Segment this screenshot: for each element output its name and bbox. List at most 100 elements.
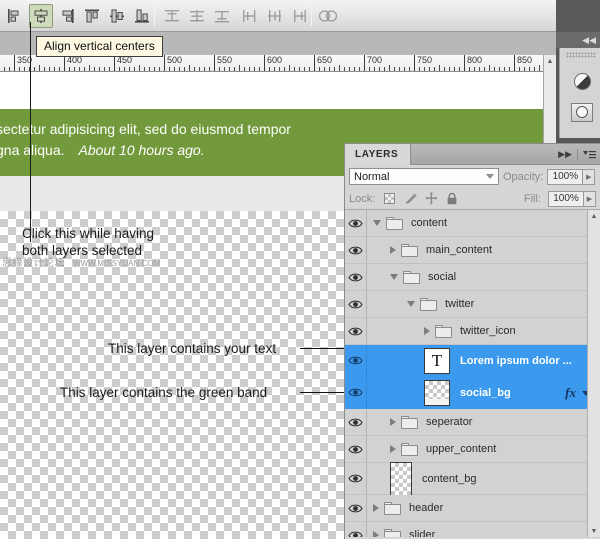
fill-value[interactable]: 100% [548, 190, 584, 207]
layer-visibility-toggle[interactable] [345, 377, 367, 408]
lock-position-icon[interactable] [424, 192, 438, 206]
align-right-edges-button[interactable] [54, 4, 78, 28]
align-vertical-centers-button[interactable] [105, 4, 129, 28]
chevron-right-icon[interactable] [373, 531, 379, 537]
ruler-minor-tick [379, 67, 380, 71]
distribute-horizontal-centers-button[interactable] [263, 4, 287, 28]
layer-row[interactable]: content_bg [345, 461, 600, 496]
chevron-right-icon[interactable] [390, 246, 396, 254]
eye-icon[interactable] [348, 530, 363, 538]
eye-icon[interactable] [348, 355, 363, 366]
align-top-edges-button[interactable] [80, 4, 104, 28]
layer-visibility-toggle[interactable] [345, 210, 367, 236]
layer-name: twitter_icon [460, 325, 516, 337]
layer-thumbnail[interactable] [424, 379, 450, 406]
fill-control[interactable]: 100% ▶ [548, 190, 596, 207]
ruler-minor-tick [294, 67, 295, 71]
panel-grip[interactable] [566, 52, 596, 58]
layer-visibility-toggle[interactable] [345, 436, 367, 462]
ruler-minor-tick [459, 67, 460, 71]
ruler-minor-tick [174, 67, 175, 71]
chevron-right-icon[interactable] [373, 504, 379, 512]
layer-visibility-toggle[interactable] [345, 237, 367, 263]
lock-all-icon[interactable] [445, 192, 459, 206]
horizontal-ruler[interactable]: 350 400 450 500 550 600 650 700 750 800 850 [0, 55, 556, 72]
ruler-major-tick: 400 [64, 55, 82, 71]
eye-icon[interactable] [348, 503, 363, 514]
eye-icon[interactable] [348, 444, 363, 455]
distribute-left-edges-button[interactable] [238, 4, 262, 28]
chevron-right-icon[interactable] [390, 418, 396, 426]
eye-icon[interactable] [348, 387, 363, 398]
adjustments-icon[interactable] [571, 70, 593, 92]
eye-icon[interactable] [348, 245, 363, 256]
blend-mode-select[interactable]: Normal [349, 168, 499, 185]
layer-list[interactable]: content main_content social twitter twitter_… [345, 210, 600, 537]
layers-scroll-up-arrow[interactable]: ▲ [588, 210, 600, 222]
layer-row[interactable]: header [345, 495, 600, 522]
lock-image-pixels-icon[interactable] [403, 192, 417, 206]
tab-layers[interactable]: LAYERS [345, 144, 412, 165]
layer-row[interactable]: twitter [345, 291, 600, 318]
layer-effects-icon[interactable]: fx [565, 385, 576, 401]
layer-visibility-toggle[interactable] [345, 291, 367, 317]
expand-chevron-icon[interactable]: ▶▶ [558, 149, 572, 160]
ruler-minor-tick [409, 67, 410, 71]
chevron-down-icon[interactable] [486, 174, 494, 179]
watermark-url: WWW.MISSYUAN.COM [73, 259, 161, 268]
layer-visibility-toggle[interactable] [345, 463, 367, 494]
layer-visibility-toggle[interactable] [345, 522, 367, 537]
layer-row[interactable]: seperator [345, 409, 600, 436]
eye-icon[interactable] [348, 218, 363, 229]
double-left-chevron-icon[interactable]: ◀◀ [582, 35, 596, 46]
align-horizontal-centers-button[interactable] [29, 4, 53, 28]
text-layer-thumbnail[interactable]: T [424, 347, 450, 374]
eye-icon[interactable] [348, 272, 363, 283]
layer-row[interactable]: twitter_icon [345, 318, 600, 345]
layer-thumbnail[interactable] [390, 461, 412, 496]
chevron-down-icon[interactable] [373, 220, 381, 226]
ruler-minor-tick [79, 67, 80, 71]
layer-visibility-toggle[interactable] [345, 409, 367, 435]
eye-icon[interactable] [348, 326, 363, 337]
dock-collapse-bar[interactable]: ◀◀ [556, 32, 600, 48]
lock-transparent-pixels-icon[interactable] [382, 192, 396, 206]
layer-name: social_bg [460, 386, 511, 399]
layer-row[interactable]: slider [345, 522, 600, 537]
eye-icon[interactable] [348, 417, 363, 428]
fill-spinner[interactable]: ▶ [584, 190, 596, 207]
layer-row[interactable]: main_content [345, 237, 600, 264]
chevron-down-icon[interactable] [390, 274, 398, 280]
layers-vertical-scrollbar[interactable]: ▲ ▼ [587, 210, 600, 537]
chevron-right-icon[interactable] [424, 327, 430, 335]
distribute-top-edges-button[interactable] [160, 4, 184, 28]
eye-icon[interactable] [348, 473, 363, 484]
ruler-tick-label: 700 [367, 55, 383, 65]
chevron-down-icon[interactable] [407, 301, 415, 307]
distribute-vertical-centers-button[interactable] [185, 4, 209, 28]
layer-visibility-toggle[interactable] [345, 495, 367, 521]
opacity-spinner[interactable]: ▶ [583, 168, 596, 185]
scroll-up-arrow[interactable]: ▲ [544, 55, 556, 67]
layer-row[interactable]: social [345, 264, 600, 291]
panel-menu-icon[interactable] [583, 150, 596, 160]
chevron-right-icon[interactable] [390, 445, 396, 453]
opacity-control[interactable]: 100% ▶ [547, 168, 596, 185]
layer-row[interactable]: upper_content [345, 436, 600, 463]
layer-visibility-toggle[interactable] [345, 264, 367, 290]
layer-visibility-toggle[interactable] [345, 345, 367, 376]
ruler-minor-tick [389, 65, 390, 71]
layer-row[interactable]: content [345, 210, 600, 237]
distribute-horizontal-group [238, 4, 313, 28]
align-left-edges-button[interactable] [4, 4, 28, 28]
auto-align-layers-button[interactable] [316, 4, 340, 28]
layer-row[interactable]: T Lorem ipsum dolor ... [345, 345, 600, 377]
opacity-value[interactable]: 100% [547, 168, 584, 185]
distribute-bottom-edges-button[interactable] [210, 4, 234, 28]
masks-icon[interactable] [571, 101, 593, 123]
ruler-major-tick: 450 [114, 55, 132, 71]
layer-row[interactable]: social_bg fx [345, 377, 600, 409]
eye-icon[interactable] [348, 299, 363, 310]
layer-visibility-toggle[interactable] [345, 318, 367, 344]
layers-scroll-down-arrow[interactable]: ▼ [588, 525, 600, 537]
